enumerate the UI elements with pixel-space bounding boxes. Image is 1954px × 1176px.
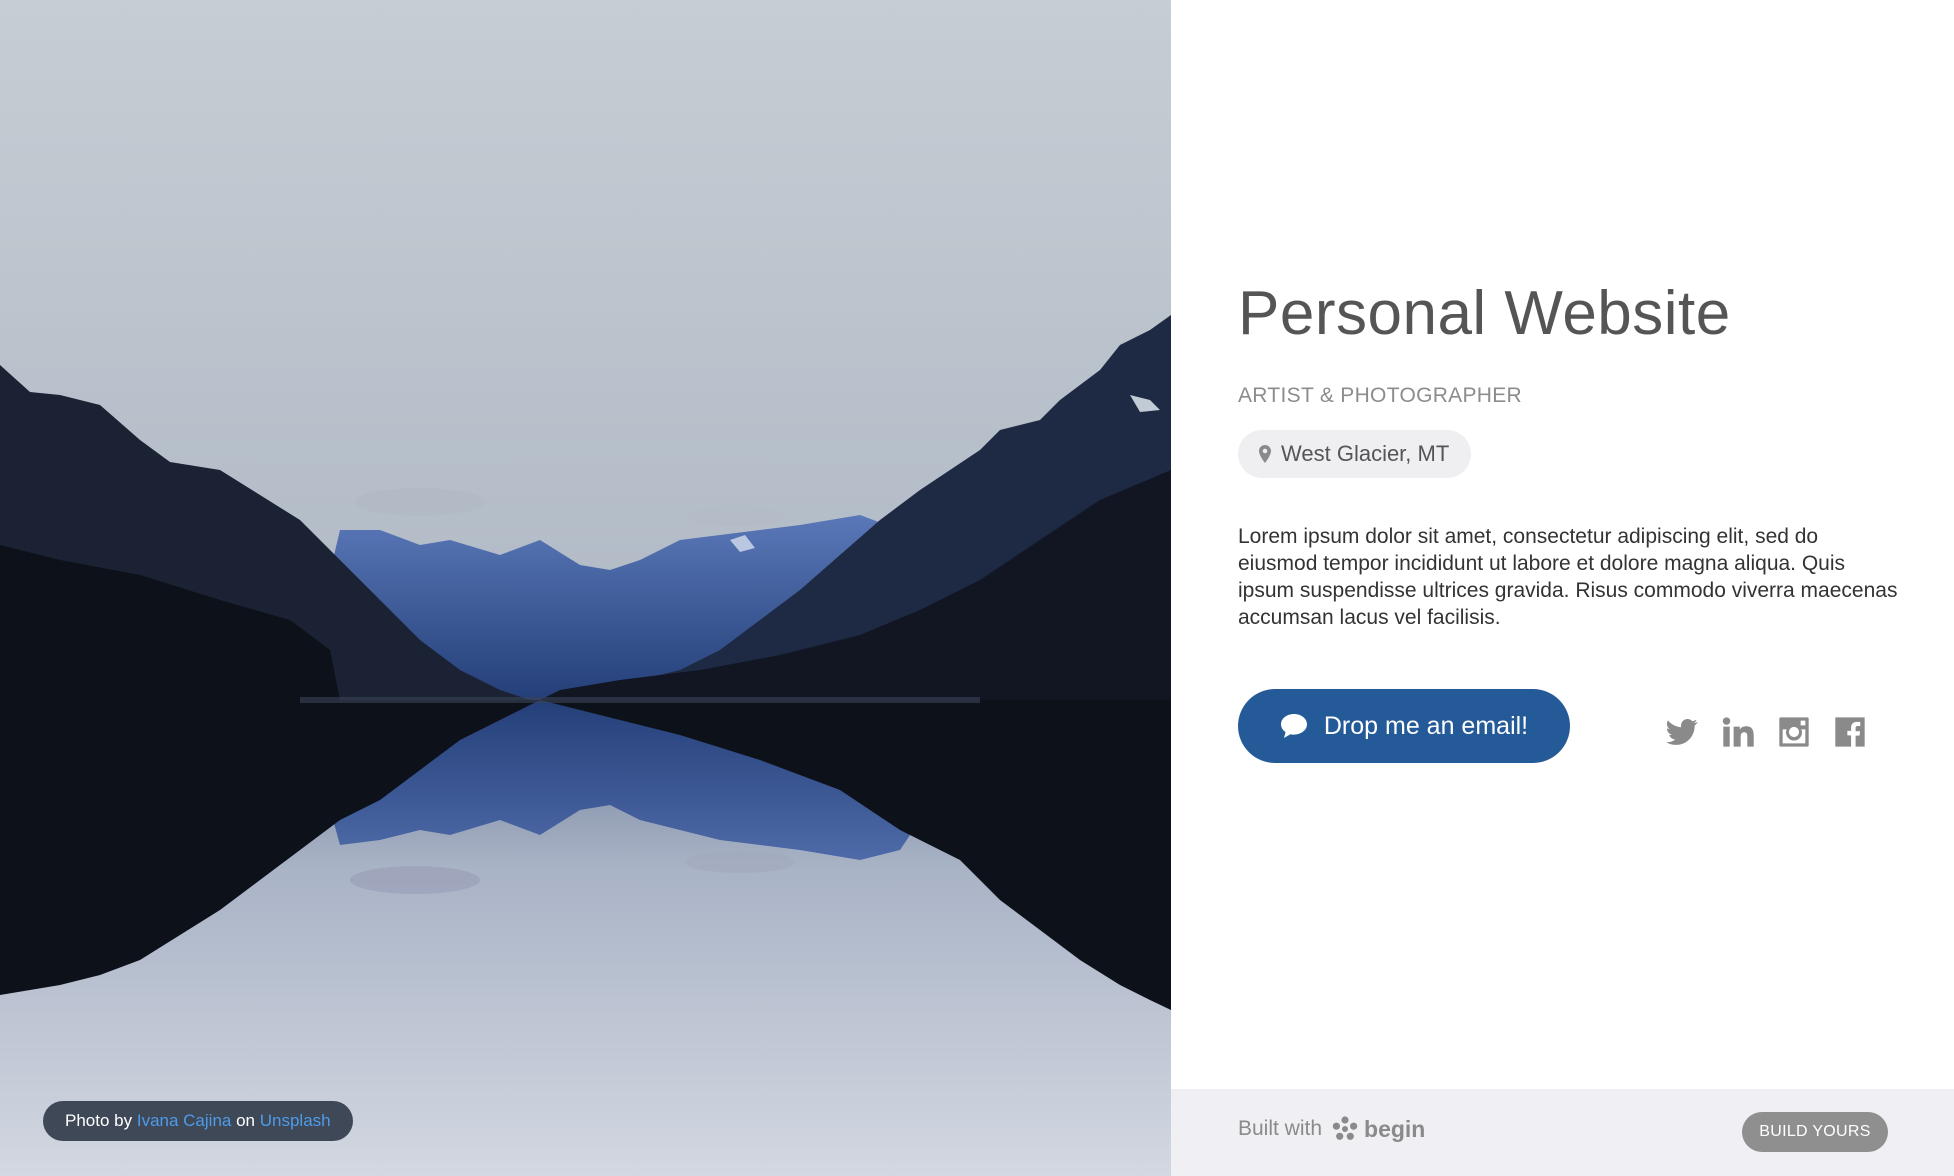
unsplash-link[interactable]: Unsplash [260,1111,331,1130]
social-links [1666,716,1866,748]
email-button[interactable]: Drop me an email! [1238,689,1570,763]
photo-author-link[interactable]: Ivana Cajina [137,1111,232,1130]
footer-bar: Built with begin BUILD YOURS [1171,1089,1954,1176]
chat-bubble-icon [1280,714,1307,738]
instagram-link[interactable] [1778,716,1810,748]
instagram-icon [1779,717,1809,747]
photo-credit: Photo by Ivana Cajina on Unsplash [43,1101,353,1141]
facebook-icon [1835,717,1865,747]
begin-logo[interactable]: begin [1332,1116,1425,1143]
profile-subtitle: ARTIST & PHOTOGRAPHER [1238,384,1523,407]
facebook-link[interactable] [1834,716,1866,748]
location-text: West Glacier, MT [1281,441,1450,466]
bio-text: Lorem ipsum dolor sit amet, consectetur … [1238,525,1898,629]
linkedin-icon [1722,717,1754,747]
built-with-label: Built with [1238,1117,1323,1140]
page-title: Personal Website [1238,279,1731,348]
hero-photo: Photo by Ivana Cajina on Unsplash [0,0,1171,1176]
built-with: Built with begin [1238,1089,1425,1169]
landscape-image [0,0,1171,1176]
twitter-icon [1666,719,1698,745]
photo-credit-prefix: Photo by [65,1111,133,1130]
twitter-link[interactable] [1666,716,1698,748]
linkedin-link[interactable] [1722,716,1754,748]
build-yours-button[interactable]: BUILD YOURS [1742,1112,1888,1152]
photo-credit-connector: on [236,1111,256,1130]
begin-logo-icon [1332,1116,1358,1140]
map-pin-icon [1259,445,1271,463]
email-button-label: Drop me an email! [1323,711,1529,740]
location-badge: West Glacier, MT [1238,430,1472,478]
begin-brand-text: begin [1364,1115,1426,1142]
profile-panel: Personal Website ARTIST & PHOTOGRAPHER W… [1171,0,1954,1089]
